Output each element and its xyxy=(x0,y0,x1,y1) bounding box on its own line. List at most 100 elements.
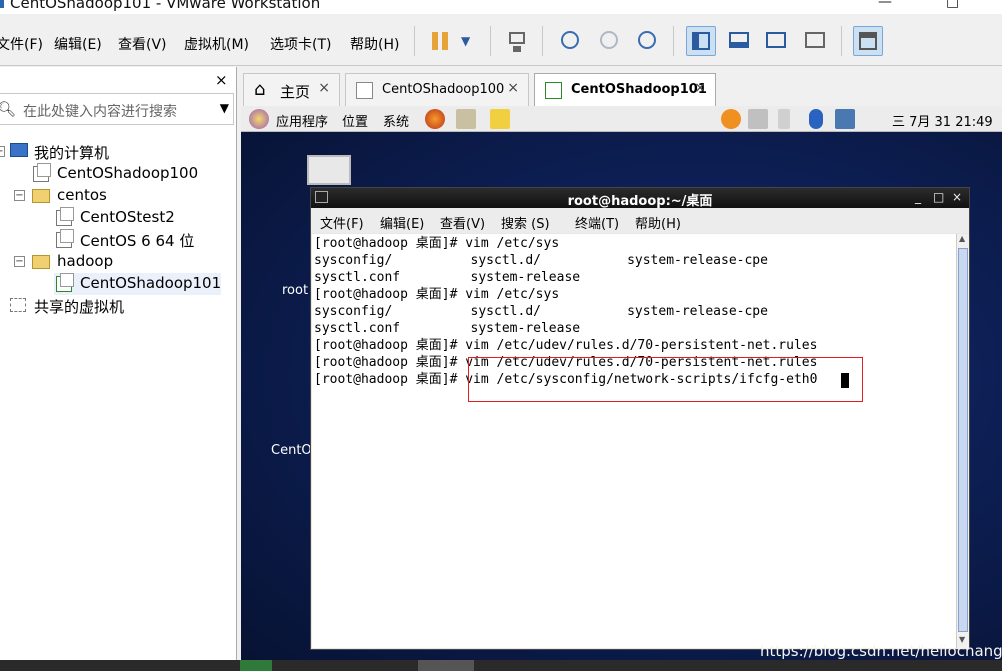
guest-menu-places[interactable]: 位置 xyxy=(342,111,368,130)
console-view-icon[interactable] xyxy=(853,26,883,56)
terminal-line: sysctl.conf system-release xyxy=(314,321,581,336)
desktop-computer-icon[interactable] xyxy=(307,155,351,185)
gnome-foot-icon[interactable] xyxy=(249,109,269,129)
term-menu-help[interactable]: 帮助(H) xyxy=(635,213,681,232)
menu-vm[interactable]: 虚拟机(M) xyxy=(184,34,249,54)
pause-button[interactable] xyxy=(426,26,456,56)
terminal-title: root@hadoop:~/桌面 xyxy=(567,194,713,209)
tree-vm-centostest2[interactable]: CentOStest2 xyxy=(0,207,236,229)
taskbar-app-icon[interactable] xyxy=(418,660,474,671)
menu-view[interactable]: 查看(V) xyxy=(118,34,167,54)
tree-label: 共享的虚拟机 xyxy=(34,298,125,316)
tree-vm-centoshadoop100[interactable]: CentOShadoop100 xyxy=(0,163,236,185)
terminal-maximize-button[interactable]: □ xyxy=(933,190,944,204)
tree-folder-hadoop[interactable]: − hadoop xyxy=(0,251,236,273)
search-icon: 🔍︎ xyxy=(0,100,17,118)
term-menu-edit[interactable]: 编辑(E) xyxy=(380,213,424,232)
annotation-highlight-box xyxy=(468,357,863,402)
folder-icon xyxy=(32,255,50,269)
tree-my-computer[interactable]: − 我的计算机 xyxy=(0,141,236,163)
tab-centoshadoop100[interactable]: CentOShadoop100 × xyxy=(345,73,529,106)
menu-toolbar: 文件(F) 编辑(E) 查看(V) 虚拟机(M) 选项卡(T) 帮助(H) ▼ xyxy=(0,14,1002,66)
menu-help[interactable]: 帮助(H) xyxy=(350,34,399,54)
tab-centoshadoop101[interactable]: CentOShadoop101 × xyxy=(534,73,716,107)
display-icon[interactable] xyxy=(835,109,855,129)
terminal-window[interactable]: root@hadoop:~/桌面 _ □ × 文件(F) 编辑(E) 查看(V)… xyxy=(310,187,970,650)
snapshot-revert-icon[interactable] xyxy=(594,26,624,56)
snapshot-manager-icon[interactable] xyxy=(632,26,662,56)
tree-vm-centos6-64[interactable]: CentOS 6 64 位 xyxy=(0,229,236,251)
vm-console[interactable]: 应用程序 位置 系统 三 7月 31 21:49 root CentO root… xyxy=(241,106,1002,671)
taskbar-app-icon[interactable] xyxy=(240,660,272,671)
tree-label: CentOShadoop101 xyxy=(80,274,222,292)
close-library-icon[interactable]: × xyxy=(215,71,228,89)
snapshot-take-icon[interactable] xyxy=(555,26,585,56)
folder-icon xyxy=(32,189,50,203)
watermark-text: https://blog.csdn.net/heiiochange xyxy=(760,642,1002,660)
desktop-icon-label-root[interactable]: root xyxy=(282,283,308,298)
notes-icon[interactable] xyxy=(490,109,510,129)
tree-shared-vms[interactable]: 共享的虚拟机 xyxy=(0,295,236,317)
bluetooth-icon[interactable] xyxy=(809,109,823,129)
tab-home[interactable]: ⌂ 主页 × xyxy=(243,73,340,106)
collapse-icon[interactable]: − xyxy=(14,190,25,201)
full-screen-icon[interactable] xyxy=(761,26,791,56)
collapse-icon[interactable]: − xyxy=(14,256,25,267)
menu-file[interactable]: 文件(F) xyxy=(0,34,43,54)
mail-icon[interactable] xyxy=(456,109,476,129)
guest-menu-system[interactable]: 系统 xyxy=(383,111,409,130)
tree-vm-centoshadoop101[interactable]: CentOShadoop101 xyxy=(54,273,221,295)
vmware-logo-icon xyxy=(0,0,4,8)
scroll-up-icon[interactable]: ▲ xyxy=(959,234,965,243)
terminal-titlebar[interactable]: root@hadoop:~/桌面 _ □ × xyxy=(311,188,969,209)
send-ctrl-alt-del-icon[interactable] xyxy=(502,26,532,56)
vm-icon xyxy=(356,82,373,99)
tree-label: CentOShadoop100 xyxy=(57,164,199,182)
library-sidebar: × 🔍︎ 在此处键入内容进行搜索 ▼ − 我的计算机 CentOShadoop1… xyxy=(0,67,237,671)
guest-top-panel: 应用程序 位置 系统 三 7月 31 21:49 xyxy=(241,106,1002,132)
terminal-line: sysconfig/ sysctl.d/ system-release-cpe xyxy=(314,253,768,268)
close-tab-icon[interactable]: × xyxy=(318,80,330,96)
shared-vm-icon xyxy=(10,298,26,312)
terminal-line: [root@hadoop 桌面]# vim /etc/sys xyxy=(314,287,560,302)
term-menu-file[interactable]: 文件(F) xyxy=(320,213,364,232)
guest-clock[interactable]: 三 7月 31 21:49 xyxy=(892,111,993,130)
tree-label: CentOStest2 xyxy=(80,208,175,226)
term-menu-view[interactable]: 查看(V) xyxy=(440,213,485,232)
menu-edit[interactable]: 编辑(E) xyxy=(54,34,102,54)
updates-icon[interactable] xyxy=(721,109,741,129)
guest-menu-apps[interactable]: 应用程序 xyxy=(276,111,328,130)
volume-icon[interactable] xyxy=(778,109,790,129)
scrollbar-thumb[interactable] xyxy=(958,248,968,632)
vm-icon xyxy=(56,229,74,248)
terminal-output[interactable]: [root@hadoop 桌面]# vim /etc/sys sysconfig… xyxy=(312,234,956,648)
tab-label: CentOShadoop101 xyxy=(571,82,707,97)
firefox-icon[interactable] xyxy=(425,109,445,129)
desktop-icon-label-centos[interactable]: CentO xyxy=(271,443,312,458)
menu-tabs[interactable]: 选项卡(T) xyxy=(270,34,331,54)
vm-tab-bar: ⌂ 主页 × CentOShadoop100 × CentOShadoop101… xyxy=(241,67,1002,107)
network-icon[interactable] xyxy=(748,109,768,129)
minimize-button[interactable]: — xyxy=(878,0,892,10)
collapse-icon[interactable]: − xyxy=(0,146,5,157)
show-library-icon[interactable] xyxy=(686,26,716,56)
close-tab-icon[interactable]: × xyxy=(694,80,706,96)
tree-label: 我的计算机 xyxy=(34,144,110,162)
terminal-minimize-button[interactable]: _ xyxy=(915,190,921,204)
terminal-scrollbar[interactable]: ▲ ▼ xyxy=(956,234,969,648)
terminal-line: [root@hadoop 桌面]# vim /etc/sys xyxy=(314,236,560,251)
search-dropdown-icon[interactable]: ▼ xyxy=(220,101,229,115)
window-title: CentOShadoop101 - VMware Workstation xyxy=(10,0,321,12)
guest-desktop[interactable]: root CentO root@hadoop:~/桌面 _ □ × 文件(F) … xyxy=(241,132,1002,671)
terminal-close-button[interactable]: × xyxy=(952,190,962,204)
library-search-input[interactable]: 🔍︎ 在此处键入内容进行搜索 ▼ xyxy=(0,93,234,125)
pause-dropdown-icon[interactable]: ▼ xyxy=(461,34,470,48)
unity-icon[interactable] xyxy=(800,26,830,56)
maximize-button[interactable]: □ xyxy=(946,0,959,10)
term-menu-terminal[interactable]: 终端(T) xyxy=(575,213,619,232)
tree-folder-centos[interactable]: − centos xyxy=(0,185,236,207)
thumbnail-bar-icon[interactable] xyxy=(724,26,754,56)
close-tab-icon[interactable]: × xyxy=(507,80,519,96)
vm-icon xyxy=(56,207,74,226)
term-menu-search[interactable]: 搜索 (S) xyxy=(501,213,550,232)
